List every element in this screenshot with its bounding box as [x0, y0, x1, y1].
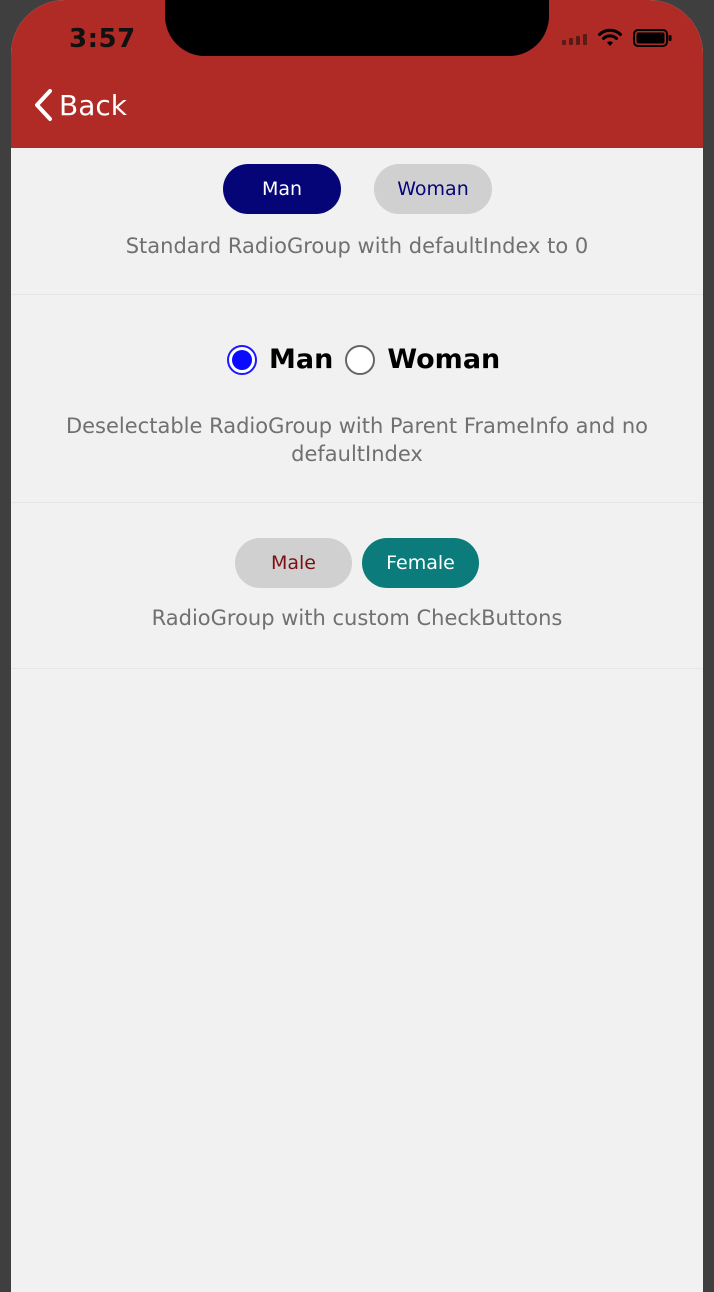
option-label: Male [270, 552, 316, 574]
section-caption: RadioGroup with custom CheckButtons [151, 606, 563, 630]
cellular-signal-icon [562, 31, 587, 45]
device-screen: 3:57 Back Man Woman Standard RadioGroup … [11, 0, 703, 1292]
radio-label-woman[interactable]: Woman [387, 344, 500, 375]
status-icons [562, 28, 673, 48]
chevron-left-icon [35, 89, 52, 121]
status-time: 3:57 [69, 24, 136, 54]
option-woman-button[interactable]: Woman [374, 164, 492, 214]
wifi-icon [598, 28, 622, 46]
device-notch [165, 0, 549, 56]
option-label: Female [386, 552, 455, 574]
radio-options-row: Man Woman [227, 344, 500, 375]
radio-woman[interactable] [345, 344, 376, 375]
option-man-button[interactable]: Man [223, 164, 341, 214]
option-label: Woman [397, 178, 469, 200]
option-male-button[interactable]: Male [235, 538, 352, 588]
option-label: Man [261, 178, 303, 200]
radio-man[interactable] [227, 344, 257, 375]
navigation-header: 3:57 Back [11, 0, 703, 148]
option-female-button[interactable]: Female [362, 538, 479, 588]
radio-group-deselectable: Man Woman Deselectable RadioGroup with P… [11, 294, 703, 503]
radio-group-standard: Man Woman Standard RadioGroup with defau… [11, 148, 703, 295]
radio-label-man[interactable]: Man [269, 344, 333, 375]
section-caption: Deselectable RadioGroup with Parent Fram… [65, 414, 649, 466]
content-area: Man Woman Standard RadioGroup with defau… [11, 148, 703, 1292]
back-button[interactable]: Back [33, 88, 127, 122]
back-label: Back [59, 88, 127, 122]
battery-icon [633, 29, 672, 47]
radio-selected-dot [232, 349, 252, 370]
radio-group-custom: Male Female RadioGroup with custom Check… [11, 502, 703, 669]
section-caption: Standard RadioGroup with defaultIndex to… [125, 234, 589, 258]
